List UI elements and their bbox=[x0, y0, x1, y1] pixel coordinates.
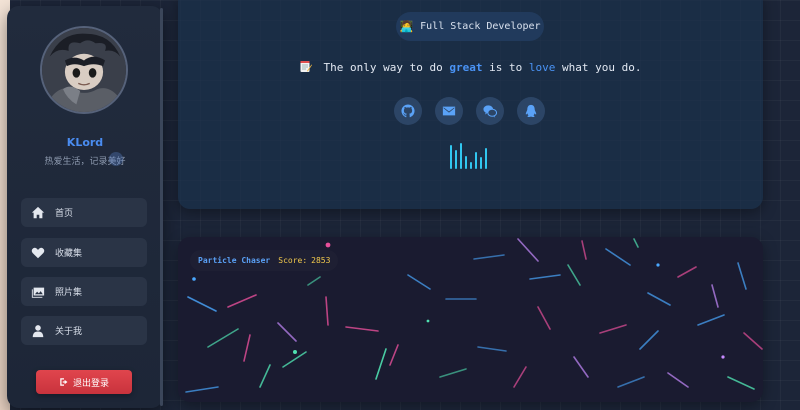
cursor-indicator bbox=[109, 152, 123, 166]
equalizer-bar bbox=[485, 148, 487, 169]
github-link[interactable] bbox=[394, 97, 422, 125]
logout-icon bbox=[60, 378, 68, 386]
user-icon bbox=[31, 324, 45, 338]
sidebar: KLord 热爱生活，记录美好 首页 收藏集 照片集 关于我 退出登录 bbox=[7, 6, 163, 408]
nav-label: 关于我 bbox=[55, 327, 83, 337]
wechat-icon bbox=[483, 105, 497, 118]
memo-icon bbox=[300, 61, 312, 72]
sidebar-scrollbar[interactable] bbox=[160, 8, 163, 406]
logout-label: 退出登录 bbox=[72, 378, 109, 389]
nav-item-home[interactable]: 首页 bbox=[21, 198, 147, 227]
equalizer-bar bbox=[465, 156, 467, 169]
quote: The only way to do great is to love what… bbox=[178, 60, 763, 74]
nav-item-photos[interactable]: 照片集 bbox=[21, 277, 147, 306]
qq-link[interactable] bbox=[517, 97, 545, 125]
hero-card: 🧑‍💻 Full Stack Developer The only way to… bbox=[178, 0, 763, 209]
qq-icon bbox=[525, 104, 537, 118]
logout-button[interactable]: 退出登录 bbox=[36, 370, 132, 394]
github-icon bbox=[401, 104, 415, 118]
avatar-image bbox=[42, 28, 126, 112]
equalizer-bar bbox=[470, 162, 472, 169]
photos-icon bbox=[31, 285, 45, 299]
mail-icon bbox=[442, 106, 456, 116]
equalizer-bar bbox=[475, 152, 477, 169]
equalizer-bar bbox=[480, 157, 482, 169]
quote-text: is to bbox=[482, 61, 529, 74]
nav-item-about[interactable]: 关于我 bbox=[21, 316, 147, 345]
equalizer-bar bbox=[450, 145, 452, 169]
home-icon bbox=[31, 206, 45, 220]
quote-highlight-great: great bbox=[449, 61, 483, 74]
quote-highlight-love: love bbox=[528, 61, 556, 74]
nav-label: 收藏集 bbox=[55, 249, 83, 259]
role-badge: 🧑‍💻 Full Stack Developer bbox=[396, 12, 544, 41]
game-score-label: Score: bbox=[278, 256, 308, 265]
role-label: Full Stack Developer bbox=[420, 21, 541, 32]
nav-label: 照片集 bbox=[55, 288, 83, 298]
wechat-link[interactable] bbox=[476, 97, 504, 125]
game-hud: Particle Chaser Score: 2853 bbox=[190, 250, 339, 271]
social-links bbox=[178, 97, 763, 125]
equalizer-bar bbox=[460, 143, 462, 169]
quote-text: The only way to do bbox=[323, 61, 450, 74]
quote-text: what you do. bbox=[555, 61, 642, 74]
audio-equalizer bbox=[450, 143, 492, 169]
nav-item-favorites[interactable]: 收藏集 bbox=[21, 238, 147, 267]
user-name: KLord bbox=[66, 136, 104, 149]
game-title: Particle Chaser bbox=[198, 256, 271, 265]
nav-label: 首页 bbox=[55, 209, 74, 219]
developer-icon: 🧑‍💻 bbox=[399, 20, 414, 33]
user-motto: 热爱生活，记录美好 bbox=[44, 157, 126, 167]
game-score-value: 2853 bbox=[311, 256, 331, 265]
equalizer-bar bbox=[455, 150, 457, 169]
avatar[interactable] bbox=[40, 26, 128, 114]
particle-game-canvas[interactable]: Particle Chaser Score: 2853 bbox=[178, 237, 763, 402]
heart-icon bbox=[31, 246, 45, 260]
email-link[interactable] bbox=[435, 97, 463, 125]
